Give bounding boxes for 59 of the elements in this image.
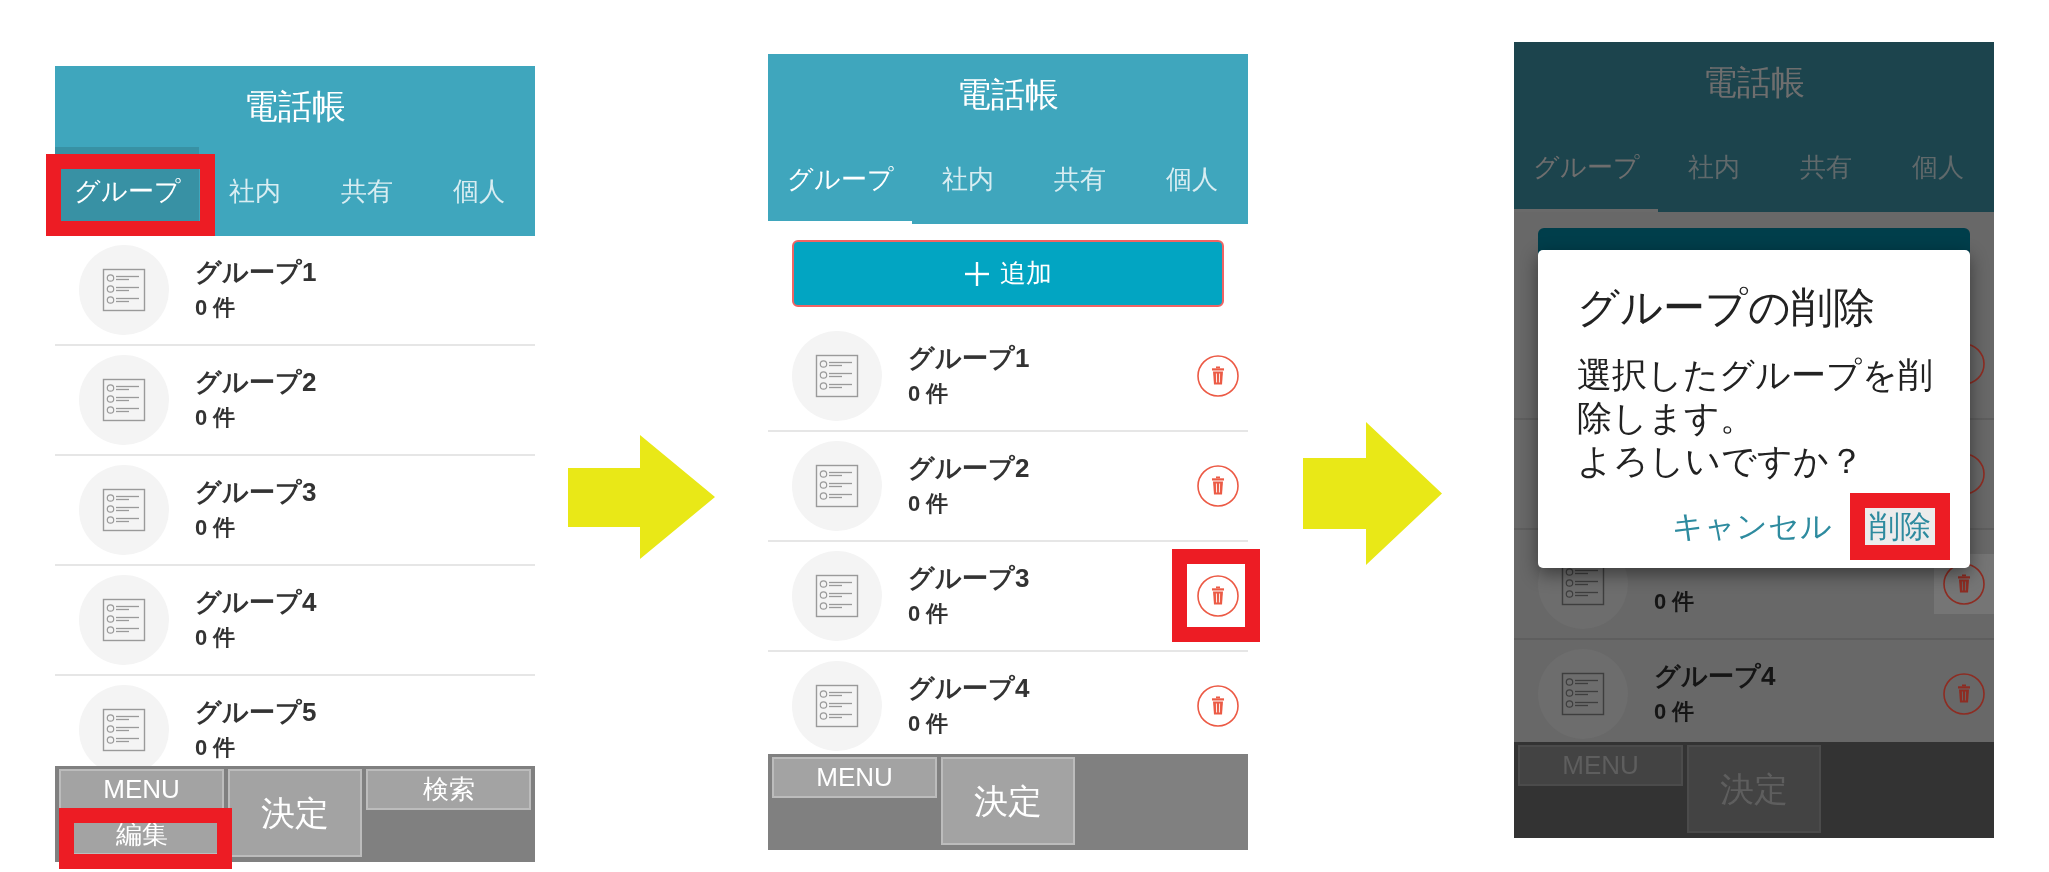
item-count: 0 件 [1654, 588, 1695, 616]
app-title: 電話帳 [957, 74, 1059, 115]
group-name: グループ1 [908, 342, 1030, 375]
tab[interactable]: 個人 [1136, 135, 1248, 224]
trash-icon [1197, 685, 1239, 727]
group-name: グループ3 [195, 476, 317, 509]
group-name: グループ4 [1654, 660, 1776, 693]
toolbar-button[interactable]: 検索 [366, 769, 531, 810]
group-name: グループ2 [908, 452, 1030, 485]
toolbar-button[interactable]: MENU [59, 769, 224, 810]
dialog-message: 選択したグループを削除します。 [1577, 354, 1934, 439]
group-name: グループ2 [195, 366, 317, 399]
tab[interactable]: 共有 [1770, 123, 1882, 212]
trash-icon [1943, 673, 1985, 715]
dialog-button[interactable]: キャンセル [1668, 508, 1836, 545]
tab[interactable]: 社内 [1658, 123, 1770, 212]
dialog-button[interactable]: 削除 [1865, 508, 1935, 545]
tab[interactable]: 社内 [912, 135, 1024, 224]
dialog-title: グループの削除 [1577, 283, 1876, 333]
list-icon [792, 441, 882, 531]
tab[interactable]: 個人 [423, 147, 535, 236]
list-icon [79, 245, 169, 335]
dialog-message: よろしいですか？ [1577, 440, 1865, 482]
group-name: グループ1 [195, 256, 317, 289]
group-name: グループ4 [908, 672, 1030, 705]
add-button[interactable]: 追加 [792, 240, 1224, 307]
item-count: 0 件 [195, 734, 237, 762]
trash-icon [1943, 563, 1985, 605]
group-name: グループ4 [195, 586, 317, 619]
list-icon [792, 331, 882, 421]
toolbar-button[interactable]: 決定 [941, 757, 1075, 845]
list-icon [79, 355, 169, 445]
list-icon [79, 465, 169, 555]
item-count: 0 件 [195, 514, 237, 542]
tab[interactable]: 社内 [199, 147, 311, 236]
group-name: グループ5 [195, 696, 317, 729]
item-count: 0 件 [195, 404, 237, 432]
group-name: グループ3 [908, 562, 1030, 595]
list-icon [792, 551, 882, 641]
list-icon [792, 661, 882, 751]
item-count: 0 件 [908, 600, 950, 628]
item-count: 0 件 [195, 624, 237, 652]
plus-icon [964, 260, 990, 287]
tab[interactable]: 共有 [1024, 135, 1136, 224]
trash-icon [1197, 355, 1239, 397]
app-title: 電話帳 [244, 86, 346, 127]
item-count: 0 件 [908, 380, 950, 408]
tab[interactable]: 共有 [311, 147, 423, 236]
item-count: 0 件 [908, 710, 950, 738]
toolbar-button[interactable]: MENU [772, 757, 937, 798]
item-count: 0 件 [908, 490, 950, 518]
list-icon [79, 575, 169, 665]
item-count: 0 件 [195, 294, 237, 322]
trash-icon [1197, 465, 1239, 507]
toolbar-button[interactable]: 決定 [228, 769, 362, 857]
item-count: 0 件 [1654, 698, 1696, 726]
app-title: 電話帳 [1703, 62, 1805, 103]
tab[interactable]: 個人 [1882, 123, 1994, 212]
trash-icon [1197, 575, 1239, 617]
